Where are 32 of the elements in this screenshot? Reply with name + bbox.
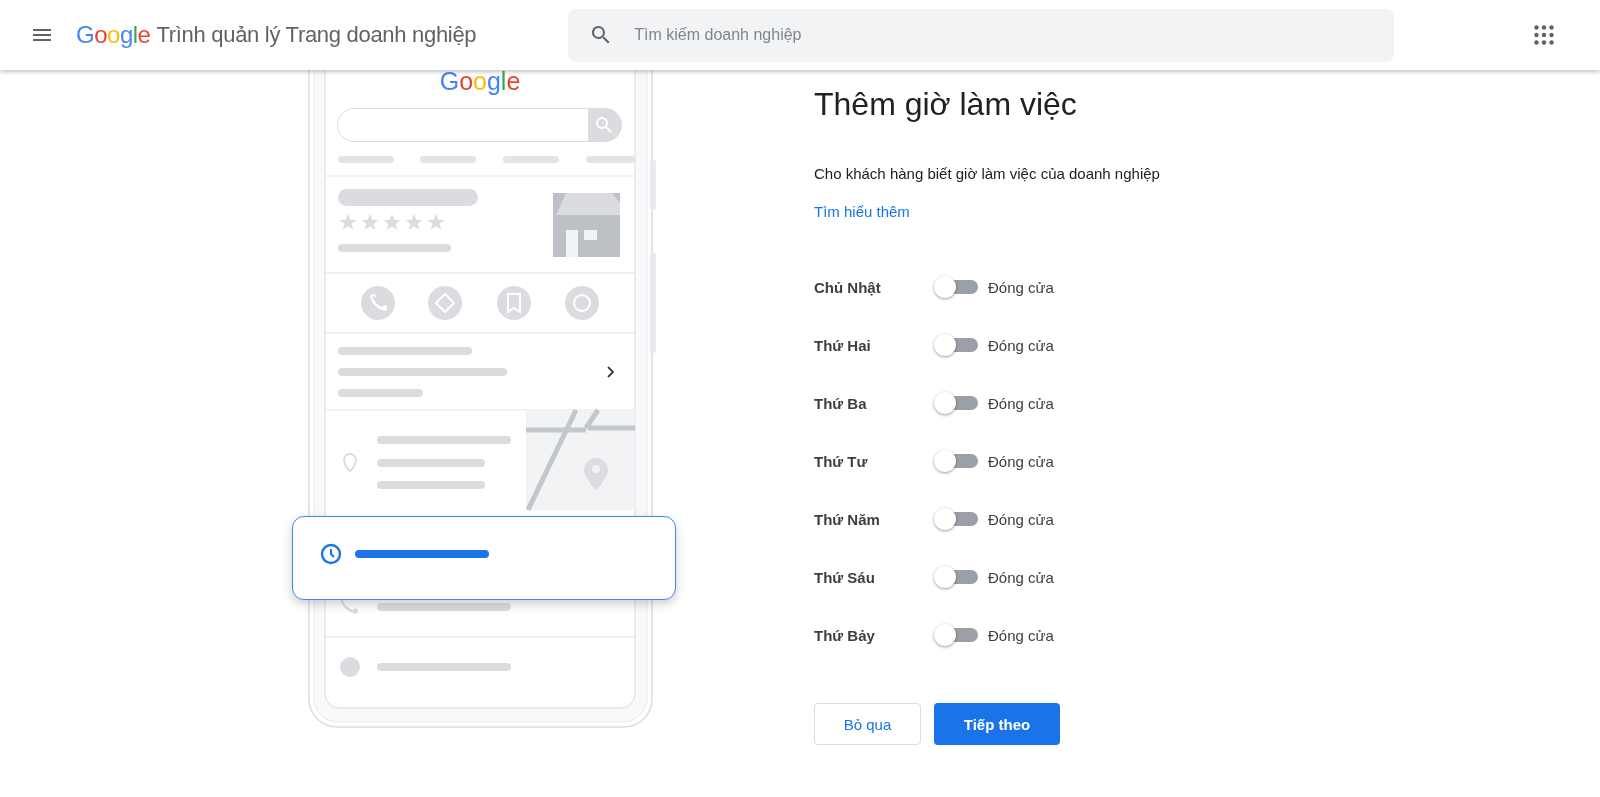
open-toggle[interactable] <box>934 449 978 473</box>
day-label: Thứ Tư <box>814 452 869 470</box>
google-logo: Google <box>439 70 521 95</box>
status-text: Đóng cửa <box>988 452 1054 470</box>
day-label: Thứ Năm <box>814 510 881 528</box>
search-field[interactable]: Tìm kiếm doanh nghiệp <box>568 8 1395 62</box>
google-logo[interactable]: Google <box>76 21 151 49</box>
apps-grid-icon[interactable] <box>1534 25 1554 45</box>
day-label: Thứ Bảy <box>814 626 876 644</box>
open-toggle[interactable] <box>934 507 978 531</box>
status-text: Đóng cửa <box>988 394 1054 412</box>
description-text: Cho khách hàng biết giờ làm việc của doanh nghiệp <box>814 164 1160 184</box>
status-text: Đóng cửa <box>988 568 1054 586</box>
day-label: Thứ Ba <box>814 394 868 412</box>
open-toggle[interactable] <box>934 333 978 357</box>
learn-more-link[interactable]: Tìm hiểu thêm <box>814 203 910 220</box>
status-text: Đóng cửa <box>988 336 1054 354</box>
day-label: Thứ Hai <box>814 336 872 354</box>
open-toggle[interactable] <box>934 391 978 415</box>
day-label: Thứ Sáu <box>814 568 876 586</box>
status-text: Đóng cửa <box>988 510 1054 528</box>
status-text: Đóng cửa <box>988 626 1054 644</box>
open-toggle[interactable] <box>934 623 978 647</box>
open-toggle[interactable] <box>934 275 978 299</box>
app-title: Trình quản lý Trang doanh nghiệp <box>156 22 477 48</box>
status-text: Đóng cửa <box>988 278 1054 296</box>
next-button[interactable]: Tiếp theo <box>934 703 1060 745</box>
day-label: Chủ Nhật <box>814 278 882 296</box>
open-toggle[interactable] <box>934 565 978 589</box>
page-title: Thêm giờ làm việc <box>814 85 1078 124</box>
skip-button[interactable]: Bỏ qua <box>814 703 921 745</box>
clock-icon <box>319 542 343 566</box>
